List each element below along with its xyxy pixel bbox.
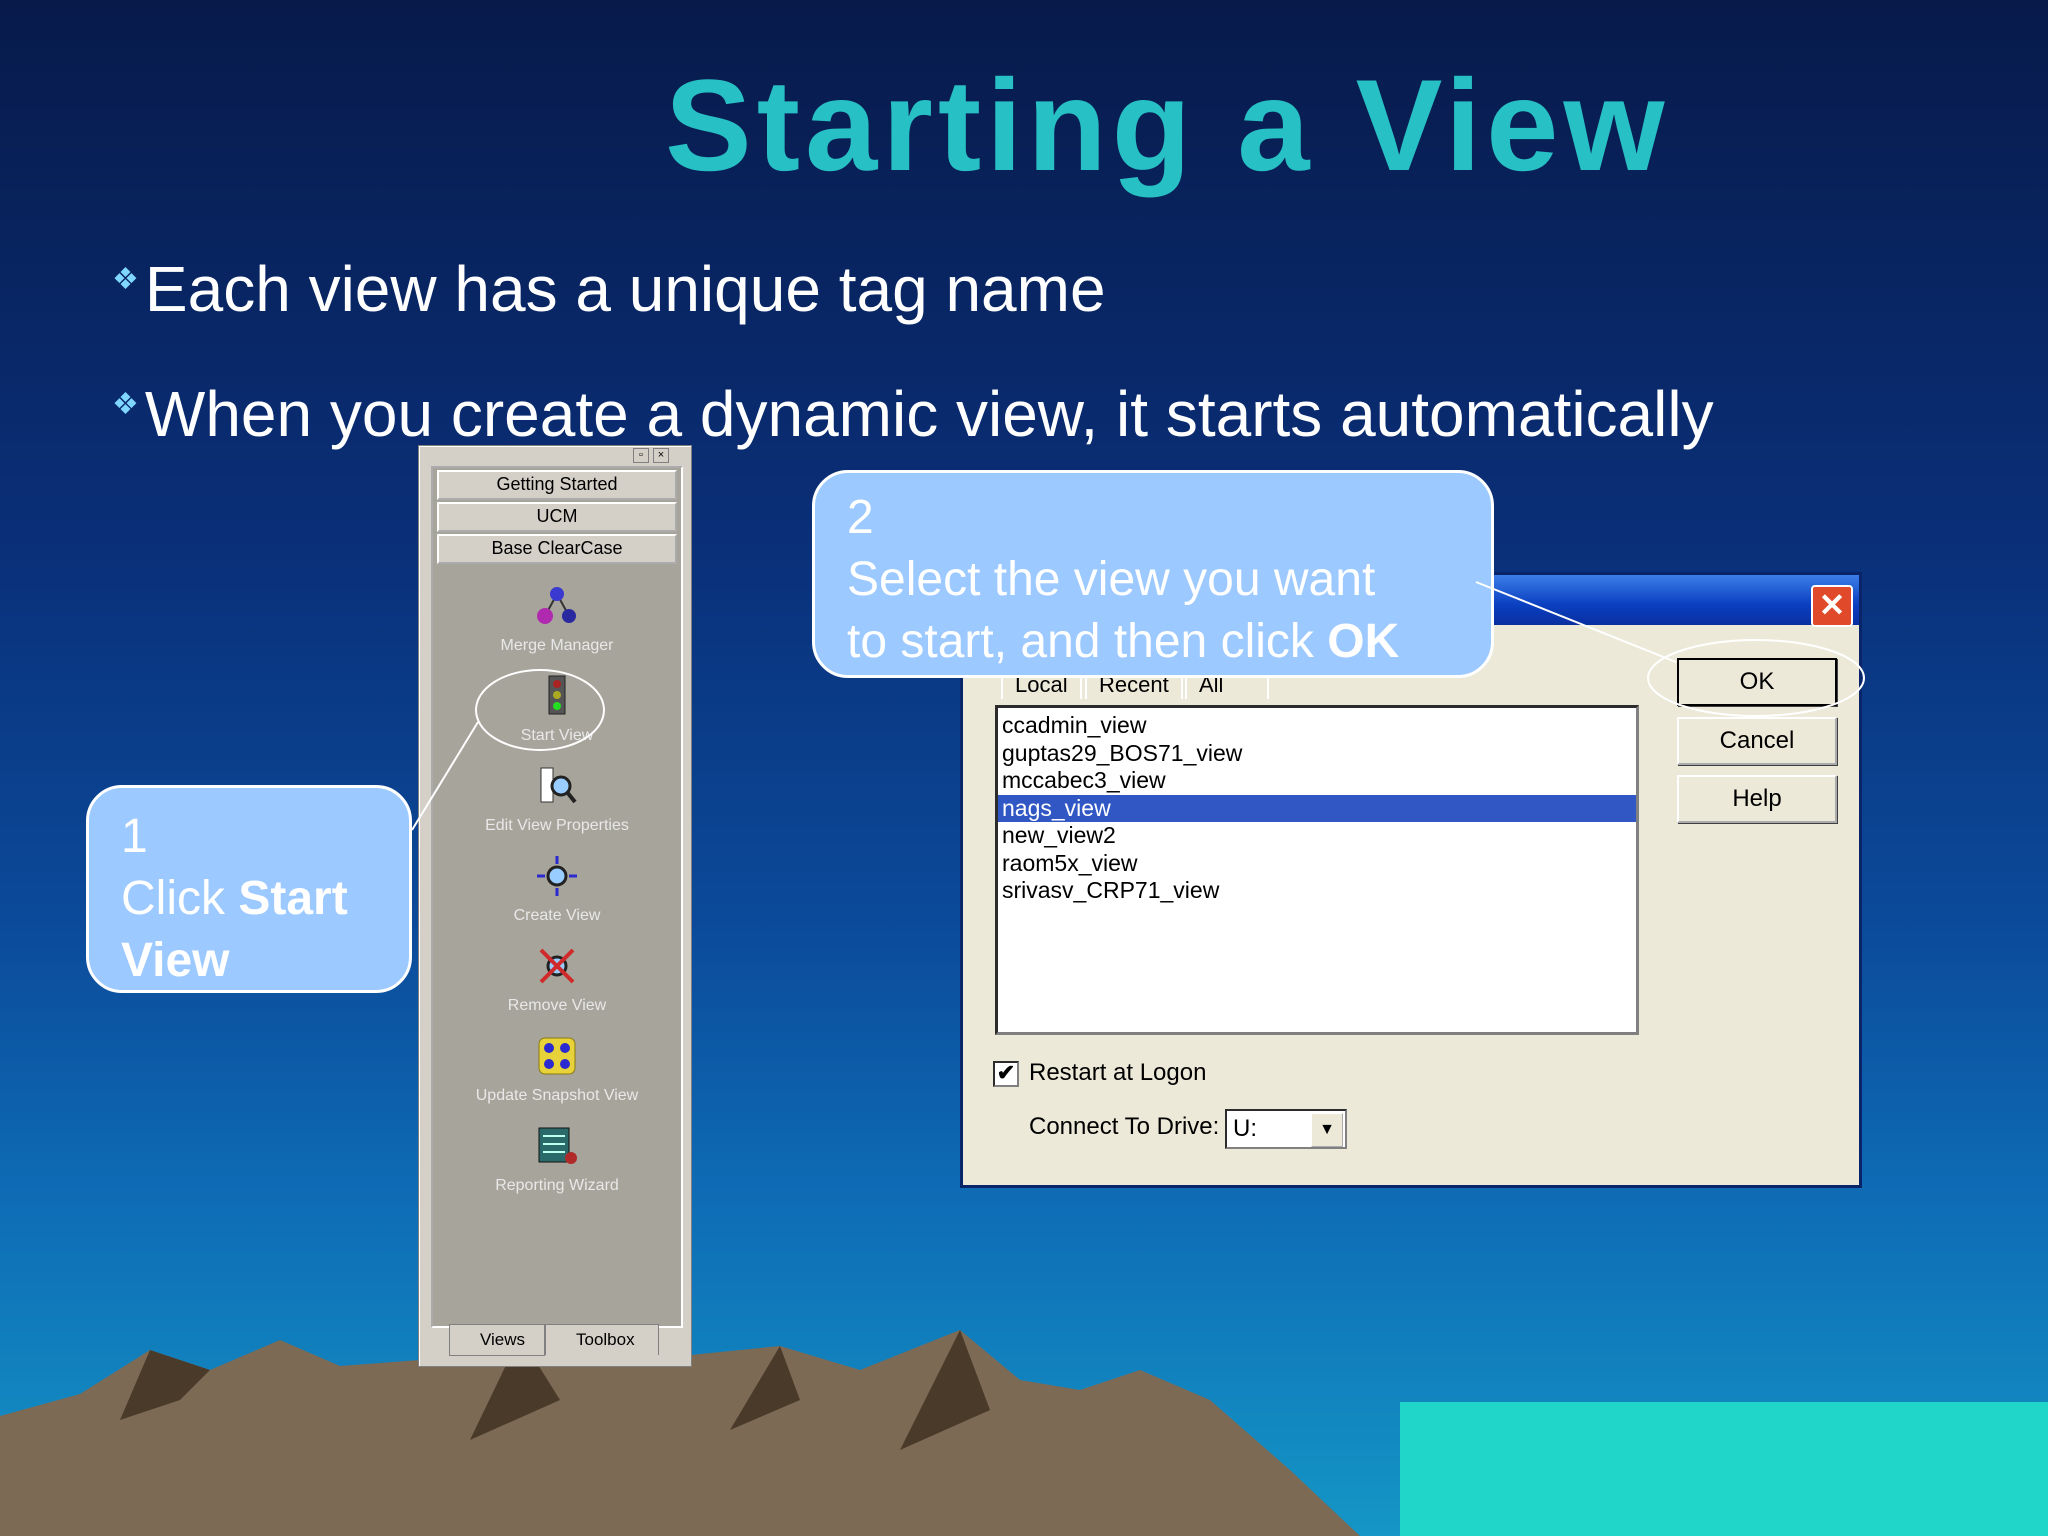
callout-2-line1: Select the view you want — [847, 553, 1376, 606]
tab-views[interactable]: Views — [449, 1324, 545, 1356]
close-icon[interactable]: × — [653, 448, 669, 463]
callout-2-prefix: to start, and then click — [847, 615, 1328, 668]
merge-manager-label: Merge Manager — [500, 637, 614, 654]
reporting-wizard-label: Reporting Wizard — [495, 1177, 619, 1194]
reporting-wizard-icon — [538, 1127, 577, 1164]
list-item[interactable]: mccabec3_view — [998, 767, 1636, 795]
connect-drive-label: Connect To Drive: — [1029, 1113, 1220, 1140]
update-snapshot-view-item[interactable]: Update Snapshot View — [433, 1034, 681, 1105]
merge-manager-icon — [537, 587, 576, 624]
edit-view-properties-label: Edit View Properties — [485, 817, 629, 834]
tab-ucm[interactable]: UCM — [437, 502, 677, 532]
chevron-down-icon[interactable]: ▼ — [1311, 1113, 1343, 1147]
callout-1-prefix: Click — [121, 872, 239, 925]
merge-manager-item[interactable]: Merge Manager — [433, 584, 681, 655]
toolbox-tab-label: Toolbox — [576, 1330, 635, 1349]
tab-getting-started[interactable]: Getting Started — [437, 470, 677, 500]
reporting-wizard-item[interactable]: Reporting Wizard — [433, 1124, 681, 1195]
tab-base-clearcase[interactable]: Base ClearCase — [437, 534, 677, 564]
restore-icon[interactable]: ▫ — [633, 448, 649, 463]
mountain-landscape — [0, 1330, 2048, 1536]
bullet-2-text: When you create a dynamic view, it start… — [144, 378, 1714, 450]
start-view-item[interactable]: Start View — [433, 674, 681, 745]
callout-2-line2: to start, and then click OK — [847, 611, 1491, 673]
drive-select-value: U: — [1233, 1115, 1257, 1142]
restart-at-logon-checkbox[interactable]: ✔ — [993, 1061, 1019, 1087]
list-item[interactable]: new_view2 — [998, 822, 1636, 850]
edit-view-properties-icon — [540, 767, 577, 804]
create-view-label: Create View — [513, 907, 601, 924]
tab-toolbox[interactable]: Toolbox — [545, 1324, 659, 1355]
bullet-marker-icon: ❖ — [112, 387, 139, 421]
clearcase-toolbox-panel: ▫ × Getting Started UCM Base ClearCase M… — [418, 445, 692, 1367]
remove-view-item[interactable]: Remove View — [433, 944, 681, 1015]
callout-2-bold: OK — [1327, 615, 1400, 668]
callout-step-1: 1 Click Start View — [86, 785, 412, 993]
edit-view-properties-item[interactable]: Edit View Properties — [433, 764, 681, 835]
create-view-item[interactable]: Create View — [433, 854, 681, 925]
remove-view-icon — [539, 948, 575, 984]
sea — [1400, 1402, 2048, 1536]
toolbox-content: Getting Started UCM Base ClearCase Merge… — [431, 466, 683, 1328]
views-tab-label: Views — [480, 1330, 526, 1349]
callout-1-text: Click Start View — [121, 868, 409, 992]
bullet-marker-icon: ❖ — [112, 262, 139, 296]
remove-view-label: Remove View — [507, 997, 607, 1014]
toolbox-titlebar: ▫ × — [419, 446, 691, 463]
start-view-label: Start View — [520, 727, 594, 744]
create-view-icon — [537, 856, 577, 896]
ok-button[interactable]: OK — [1677, 658, 1837, 706]
bullet-2: ❖When you create a dynamic view, it star… — [112, 377, 1714, 451]
list-item[interactable]: ccadmin_view — [998, 712, 1636, 740]
drive-select[interactable]: U: ▼ — [1225, 1109, 1347, 1149]
update-snapshot-view-label: Update Snapshot View — [475, 1087, 639, 1104]
restart-at-logon-label: Restart at Logon — [1029, 1059, 1207, 1086]
start-view-icon — [548, 675, 566, 715]
toolbox-bottom-tabs: Views Toolbox — [427, 1324, 681, 1358]
list-item[interactable]: srivasv_CRP71_view — [998, 877, 1636, 905]
bullet-1: ❖Each view has a unique tag name — [112, 252, 1106, 326]
update-snapshot-view-icon — [538, 1037, 576, 1075]
callout-step-2: 2 Select the view you want to start, and… — [812, 470, 1494, 678]
list-item[interactable]: guptas29_BOS71_view — [998, 740, 1636, 768]
callout-1-number: 1 — [121, 810, 148, 863]
help-button[interactable]: Help — [1677, 775, 1837, 823]
cancel-button[interactable]: Cancel — [1677, 717, 1837, 765]
slide-title: Starting a View — [665, 52, 1670, 198]
list-item[interactable]: raom5x_view — [998, 850, 1636, 878]
dialog-close-button[interactable]: ✕ — [1811, 585, 1853, 627]
views-listbox[interactable]: ccadmin_view guptas29_BOS71_view mccabec… — [995, 705, 1639, 1035]
bullet-1-text: Each view has a unique tag name — [144, 253, 1106, 325]
callout-2-number: 2 — [847, 491, 874, 544]
list-item-selected[interactable]: nags_view — [998, 794, 1636, 822]
